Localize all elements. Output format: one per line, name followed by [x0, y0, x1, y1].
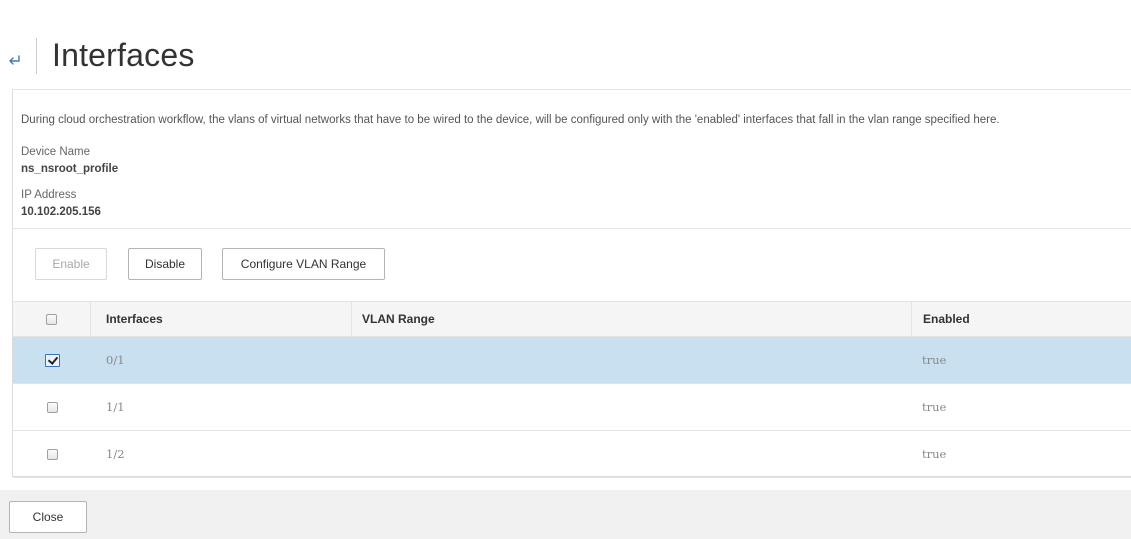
- interface-cell: 0/1: [106, 353, 125, 367]
- ip-address-value: 10.102.205.156: [21, 206, 101, 218]
- device-name-value: ns_nsroot_profile: [21, 163, 119, 175]
- interfaces-table: Interfaces VLAN Range Enabled 0/1 true 1…: [13, 301, 1131, 478]
- enabled-cell: true: [922, 447, 947, 461]
- row-checkbox-cell: [13, 337, 91, 383]
- close-button[interactable]: Close: [9, 501, 87, 533]
- select-all-cell: [13, 302, 91, 336]
- enabled-cell: true: [922, 400, 947, 414]
- orchestration-description: During cloud orchestration workflow, the…: [21, 114, 1000, 126]
- table-row[interactable]: 1/1 true: [13, 384, 1131, 431]
- page-title: Interfaces: [52, 37, 195, 73]
- column-header-enabled[interactable]: Enabled: [911, 302, 1111, 336]
- vlan-range-cell: [361, 431, 911, 477]
- enabled-cell: true: [922, 353, 947, 367]
- vlan-range-cell: [361, 337, 911, 383]
- table-row[interactable]: 1/2 true: [13, 431, 1131, 478]
- back-arrow-icon[interactable]: [6, 50, 22, 66]
- table-header-row: Interfaces VLAN Range Enabled: [13, 301, 1131, 337]
- column-header-interfaces[interactable]: Interfaces: [106, 302, 351, 336]
- header-divider: [36, 38, 37, 74]
- row-checkbox[interactable]: [44, 353, 60, 367]
- row-checkbox[interactable]: [46, 448, 58, 460]
- section-divider: [13, 228, 1131, 229]
- ip-address-label: IP Address: [21, 189, 77, 201]
- row-checkbox-cell: [13, 431, 91, 477]
- vlan-range-cell: [361, 384, 911, 430]
- disable-button[interactable]: Disable: [128, 248, 202, 280]
- interface-cell: 1/2: [106, 447, 125, 461]
- select-all-checkbox[interactable]: [46, 313, 57, 325]
- configure-vlan-range-button[interactable]: Configure VLAN Range: [222, 248, 385, 280]
- page-header: Interfaces: [0, 0, 1131, 90]
- interface-cell: 1/1: [106, 400, 125, 414]
- device-name-label: Device Name: [21, 146, 91, 158]
- column-header-vlan-range[interactable]: VLAN Range: [351, 302, 901, 336]
- table-row[interactable]: 0/1 true: [13, 337, 1131, 384]
- row-checkbox-cell: [13, 384, 91, 430]
- dialog-footer: [0, 490, 1131, 539]
- row-checkbox[interactable]: [46, 401, 58, 413]
- enable-button[interactable]: Enable: [35, 248, 107, 280]
